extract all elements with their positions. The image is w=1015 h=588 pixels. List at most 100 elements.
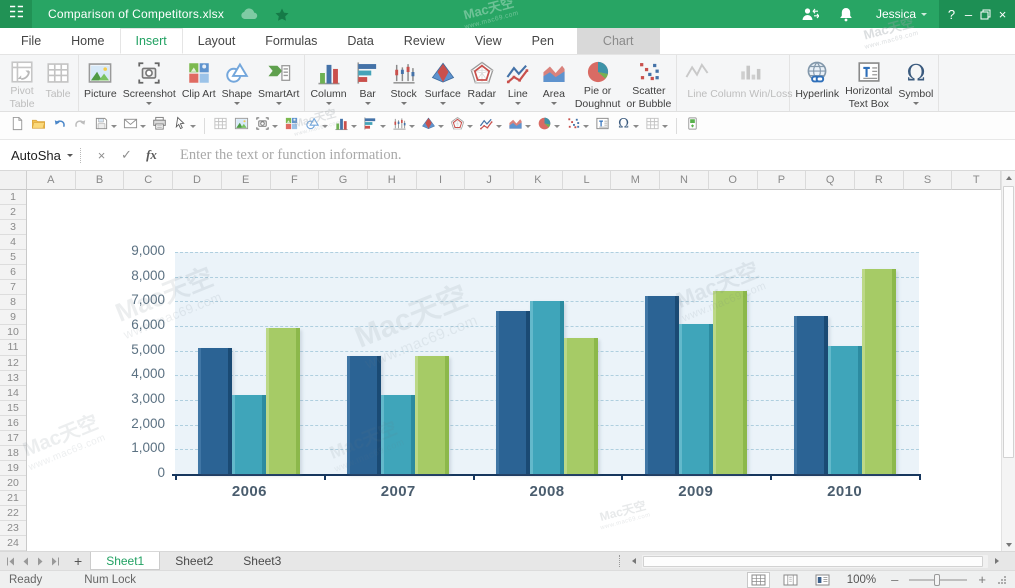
smartart-button[interactable]: SmartArt <box>255 55 302 111</box>
scroll-right-button[interactable] <box>991 555 1002 567</box>
row-header-4[interactable]: 4 <box>0 235 26 250</box>
radar-chart-button[interactable]: Radar <box>464 55 500 111</box>
bar-chart-button[interactable]: Bar <box>350 55 386 111</box>
row-header-12[interactable]: 12 <box>0 356 26 371</box>
column-header-o[interactable]: O <box>709 171 758 190</box>
tab-home[interactable]: Home <box>56 28 119 54</box>
row-header-5[interactable]: 5 <box>0 250 26 265</box>
column-header-j[interactable]: J <box>465 171 514 190</box>
row-header-19[interactable]: 19 <box>0 461 26 476</box>
line-chart-button[interactable]: Line <box>500 55 536 111</box>
shape-button[interactable]: Shape <box>219 55 255 111</box>
next-sheet-button[interactable] <box>35 555 46 567</box>
previous-sheet-button[interactable] <box>20 555 31 567</box>
row-header-1[interactable]: 1 <box>0 190 26 205</box>
column-chart-button[interactable] <box>331 114 360 138</box>
row-header-3[interactable]: 3 <box>0 220 26 235</box>
tab-view[interactable]: View <box>460 28 517 54</box>
column-header-r[interactable]: R <box>855 171 904 190</box>
mail-button[interactable] <box>120 114 149 138</box>
horizontal-scrollbar[interactable] <box>642 555 988 568</box>
bar-chart-button[interactable] <box>360 114 389 138</box>
pie-or-doughnut-button[interactable]: Pie or Doughnut <box>572 55 624 111</box>
zoom-out-button[interactable]: – <box>889 572 900 587</box>
chart-bar[interactable] <box>713 291 747 474</box>
scatter-chart-button[interactable] <box>563 114 592 138</box>
plugin-button[interactable] <box>682 114 703 138</box>
vertical-scrollbar-thumb[interactable] <box>1003 186 1014 458</box>
tab-pen[interactable]: Pen <box>517 28 569 54</box>
help-button[interactable]: ? <box>943 0 960 28</box>
line-chart-button[interactable] <box>476 114 505 138</box>
row-header-2[interactable]: 2 <box>0 205 26 220</box>
row-header-11[interactable]: 11 <box>0 340 26 355</box>
row-header-9[interactable]: 9 <box>0 310 26 325</box>
column-chart-button[interactable]: Column <box>307 55 349 111</box>
chart-bar[interactable] <box>645 296 679 474</box>
row-header-14[interactable]: 14 <box>0 386 26 401</box>
zoom-in-button[interactable]: + <box>976 572 988 587</box>
pie-chart-button[interactable] <box>534 114 563 138</box>
chart-bar[interactable] <box>496 311 530 474</box>
row-header-6[interactable]: 6 <box>0 265 26 280</box>
undo-button[interactable] <box>49 114 70 138</box>
screenshot-button[interactable]: Screenshot <box>120 55 179 111</box>
close-button[interactable]: × <box>994 0 1011 28</box>
chart-bar[interactable] <box>794 316 828 474</box>
column-header-s[interactable]: S <box>904 171 953 190</box>
vertical-scrollbar[interactable] <box>1001 171 1015 551</box>
column-header-p[interactable]: P <box>758 171 807 190</box>
chart-bar[interactable] <box>828 346 862 474</box>
clip-art-button[interactable] <box>281 114 302 138</box>
sheet-tab-sheet1[interactable]: Sheet1 <box>90 552 160 570</box>
column-header-b[interactable]: B <box>76 171 125 190</box>
column-header-i[interactable]: I <box>417 171 466 190</box>
sheet-tab-sheet3[interactable]: Sheet3 <box>228 552 296 570</box>
row-header-10[interactable]: 10 <box>0 325 26 340</box>
tab-review[interactable]: Review <box>389 28 460 54</box>
scroll-down-button[interactable] <box>1002 538 1015 551</box>
stock-chart-button[interactable]: Stock <box>386 55 422 111</box>
tab-file[interactable]: File <box>6 28 56 54</box>
first-sheet-button[interactable] <box>5 555 16 567</box>
row-header-18[interactable]: 18 <box>0 446 26 461</box>
row-header-13[interactable]: 13 <box>0 371 26 386</box>
add-user-icon[interactable] <box>792 0 828 28</box>
column-header-h[interactable]: H <box>368 171 417 190</box>
open-folder-button[interactable] <box>28 114 49 138</box>
row-header-22[interactable]: 22 <box>0 506 26 521</box>
column-header-n[interactable]: N <box>660 171 709 190</box>
row-header-20[interactable]: 20 <box>0 476 26 491</box>
tab-insert[interactable]: Insert <box>120 28 183 54</box>
horizontal-scrollbar-thumb[interactable] <box>643 556 983 567</box>
stock-chart-button[interactable] <box>389 114 418 138</box>
column-header-d[interactable]: D <box>173 171 222 190</box>
area-chart-button[interactable]: Area <box>536 55 572 111</box>
chart-bar[interactable] <box>564 338 598 474</box>
radar-chart-button[interactable] <box>447 114 476 138</box>
print-button[interactable] <box>149 114 170 138</box>
row-header-17[interactable]: 17 <box>0 431 26 446</box>
resize-grip[interactable] <box>997 575 1007 585</box>
shape-button[interactable] <box>302 114 331 138</box>
row-header-24[interactable]: 24 <box>0 536 26 551</box>
scroll-up-button[interactable] <box>1002 171 1015 184</box>
row-header-21[interactable]: 21 <box>0 491 26 506</box>
chart-bar[interactable] <box>266 328 300 474</box>
row-header-8[interactable]: 8 <box>0 295 26 310</box>
tab-layout[interactable]: Layout <box>183 28 251 54</box>
column-header-m[interactable]: M <box>611 171 660 190</box>
zoom-slider-handle[interactable] <box>934 574 940 586</box>
cancel-entry-button[interactable]: × <box>89 148 114 163</box>
chart-bar[interactable] <box>232 395 266 474</box>
zoom-slider[interactable] <box>909 579 967 581</box>
hyperlink-button[interactable]: Hyperlink <box>792 55 842 111</box>
chart-bar[interactable] <box>862 269 896 474</box>
main-menu-button[interactable] <box>0 0 32 28</box>
column-header-q[interactable]: Q <box>806 171 855 190</box>
text-box-button[interactable] <box>592 114 613 138</box>
add-sheet-button[interactable]: + <box>74 553 82 569</box>
chart-bar[interactable] <box>530 301 564 474</box>
column-header-l[interactable]: L <box>563 171 612 190</box>
surface-chart-button[interactable] <box>418 114 447 138</box>
